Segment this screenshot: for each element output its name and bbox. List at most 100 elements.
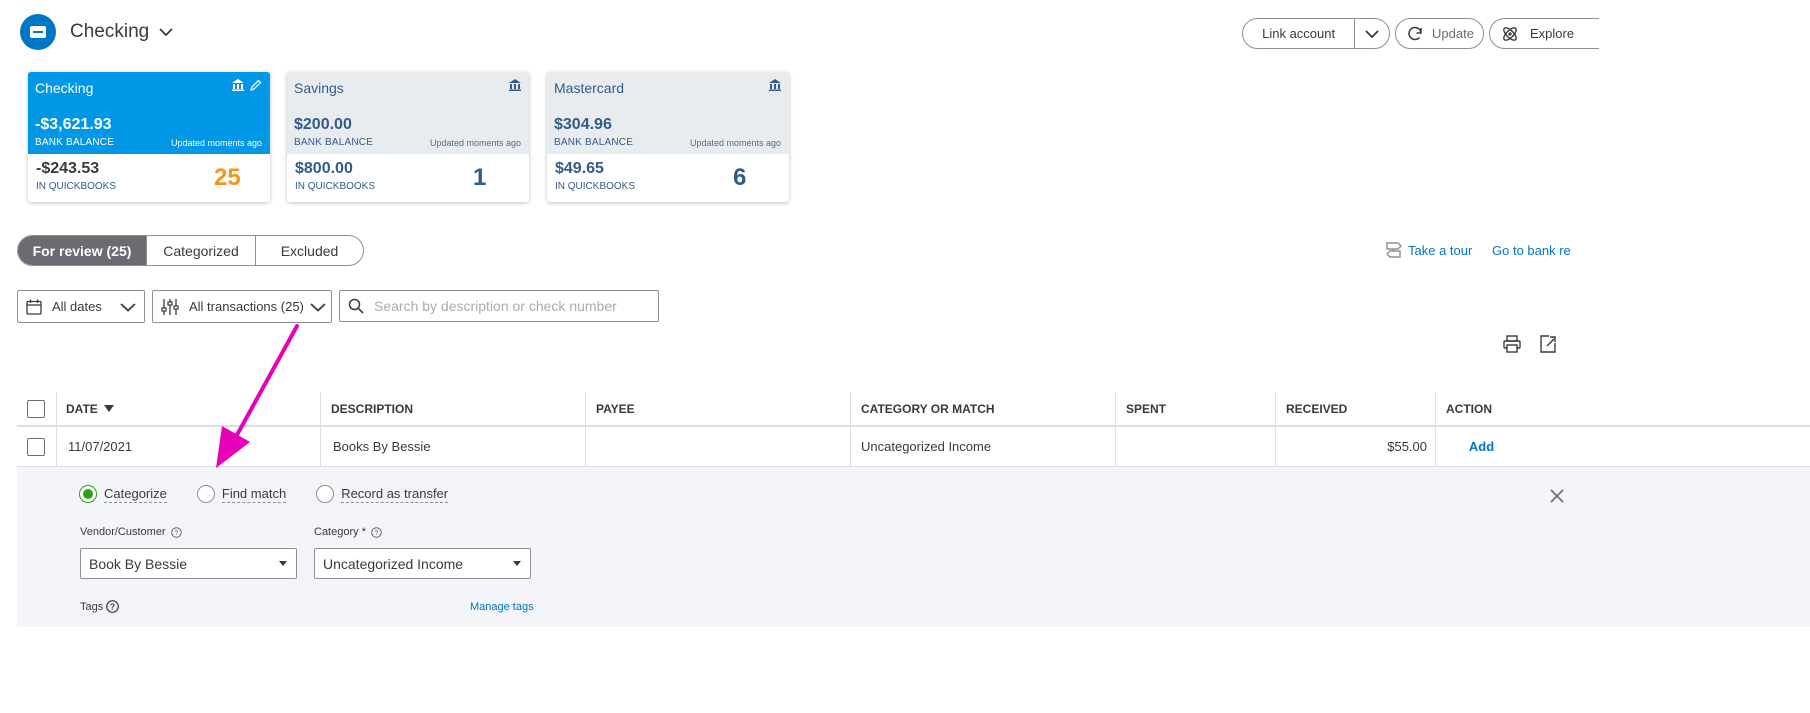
dates-filter[interactable]: All dates	[17, 290, 145, 323]
bank-icon	[232, 79, 244, 91]
help-icon[interactable]: ?	[106, 600, 120, 613]
card-icons	[232, 79, 262, 91]
radio-button	[196, 485, 215, 503]
vendor-customer-select[interactable]: Book By Bessie	[80, 548, 297, 579]
category-select[interactable]: Uncategorized Income	[314, 548, 531, 579]
svg-text:?: ?	[375, 530, 379, 537]
review-tabs: For review (25) Categorized Excluded	[17, 235, 364, 266]
card-bottom: $49.65 IN QUICKBOOKS 6	[547, 154, 789, 202]
row-spent	[1115, 427, 1126, 466]
help-icon[interactable]: ?	[371, 526, 382, 538]
updated-status: Updated moments ago	[429, 138, 521, 148]
header-checkbox-cell	[27, 392, 45, 425]
row-checkbox[interactable]	[27, 437, 45, 456]
link-account-button-group: Link account	[1242, 18, 1390, 49]
tab-excluded[interactable]: Excluded	[255, 236, 363, 265]
tab-categorized[interactable]: Categorized	[146, 236, 255, 265]
row-checkbox-cell	[27, 427, 45, 466]
radio-find-match[interactable]: Find match	[196, 485, 287, 503]
quickbooks-label: IN QUICKBOOKS	[295, 181, 376, 192]
chevron-down-icon	[310, 302, 326, 312]
quickbooks-balance: $49.65	[555, 160, 604, 177]
pencil-icon[interactable]	[250, 79, 262, 91]
link-account-button[interactable]: Link account	[1243, 19, 1356, 48]
category-value: Uncategorized Income	[323, 555, 464, 572]
chevron-down-icon	[1365, 29, 1379, 38]
search-input[interactable]	[374, 298, 644, 314]
account-title: Checking	[70, 21, 150, 42]
take-tour-link[interactable]: Take a tour	[1384, 240, 1472, 260]
row-description: Books By Bessie	[320, 427, 431, 466]
updated-status: Updated moments ago	[170, 138, 262, 148]
calendar-icon	[26, 299, 42, 315]
review-count: 25	[214, 164, 241, 191]
category-label-text: Category *	[314, 526, 366, 538]
print-icon[interactable]	[1502, 334, 1522, 359]
account-card-mastercard[interactable]: Mastercard $304.96 BANK BALANCE Updated …	[547, 72, 789, 202]
dropdown-arrow-icon	[513, 561, 521, 566]
chevron-down-icon	[120, 302, 136, 312]
transactions-filter-label: All transactions (25)	[189, 299, 304, 314]
category-label: Category * ?	[314, 526, 382, 538]
row-action-cell: Add	[1435, 427, 1527, 466]
quickbooks-label: IN QUICKBOOKS	[555, 181, 636, 192]
card-name: Checking	[35, 80, 94, 96]
select-all-checkbox[interactable]	[27, 399, 45, 418]
card-name: Savings	[294, 80, 344, 96]
row-date: 11/07/2021	[56, 427, 132, 466]
radio-record-transfer-label: Record as transfer	[341, 485, 449, 503]
card-top: Checking -$3,621.93 BANK BALANCE Updated…	[28, 72, 270, 154]
svg-text:?: ?	[174, 530, 178, 537]
top-buttons: Link account Update Explore	[1242, 18, 1599, 49]
card-bottom: -$243.53 IN QUICKBOOKS 25	[28, 154, 270, 202]
help-icon[interactable]: ?	[170, 526, 182, 538]
tags-label: Tags ?	[80, 600, 120, 613]
chevron-down-icon[interactable]	[159, 27, 173, 37]
annotation-arrow	[216, 324, 299, 468]
card-name: Mastercard	[554, 80, 625, 96]
bank-account-icon	[20, 14, 56, 50]
card-icons	[509, 79, 521, 91]
column-spent: SPENT	[1115, 392, 1166, 425]
updated-status: Updated moments ago	[689, 138, 781, 148]
link-account-dropdown[interactable]	[1355, 19, 1389, 48]
account-card-checking[interactable]: Checking -$3,621.93 BANK BALANCE Updated…	[28, 72, 270, 202]
update-button[interactable]: Update	[1395, 18, 1484, 49]
row-payee	[585, 427, 596, 466]
column-date-label: DATE	[66, 401, 98, 416]
go-to-bank-register-link[interactable]: Go to bank re	[1492, 243, 1571, 258]
row-received: $55.00	[1275, 427, 1435, 466]
close-icon[interactable]	[1550, 489, 1564, 508]
manage-tags-link[interactable]: Manage tags	[470, 601, 534, 613]
dates-filter-label: All dates	[52, 299, 102, 314]
bank-balance-label: BANK BALANCE	[554, 137, 634, 148]
export-icon[interactable]	[1538, 334, 1558, 359]
bank-balance: $200.00	[294, 116, 352, 133]
bank-balance-label: BANK BALANCE	[35, 137, 115, 148]
take-tour-label: Take a tour	[1408, 242, 1473, 258]
search-icon	[348, 298, 364, 314]
tags-label-text: Tags	[80, 600, 104, 613]
svg-text:?: ?	[110, 602, 115, 612]
search-box	[339, 290, 659, 322]
refresh-icon	[1408, 26, 1422, 40]
vendor-customer-label-text: Vendor/Customer	[80, 526, 166, 538]
account-card-savings[interactable]: Savings $200.00 BANK BALANCE Updated mom…	[287, 72, 529, 202]
review-count: 6	[733, 164, 747, 191]
atom-icon	[1503, 26, 1517, 41]
radio-button	[316, 485, 335, 503]
add-button[interactable]: Add	[1469, 439, 1494, 454]
dropdown-arrow-icon	[279, 561, 287, 566]
bank-balance: $304.96	[554, 116, 612, 133]
card-top: Savings $200.00 BANK BALANCE Updated mom…	[287, 72, 529, 154]
card-top: Mastercard $304.96 BANK BALANCE Updated …	[547, 72, 789, 154]
radio-categorize-label: Categorize	[104, 485, 167, 503]
explore-button[interactable]: Explore	[1489, 18, 1599, 49]
quickbooks-balance: -$243.53	[36, 160, 100, 177]
column-description: DESCRIPTION	[320, 392, 413, 425]
radio-record-transfer[interactable]: Record as transfer	[316, 485, 449, 503]
bank-balance-label: BANK BALANCE	[294, 137, 374, 148]
radio-categorize[interactable]: Categorize	[79, 485, 167, 503]
explore-label: Explore	[1530, 26, 1575, 41]
tab-for-review[interactable]: For review (25)	[18, 236, 146, 265]
